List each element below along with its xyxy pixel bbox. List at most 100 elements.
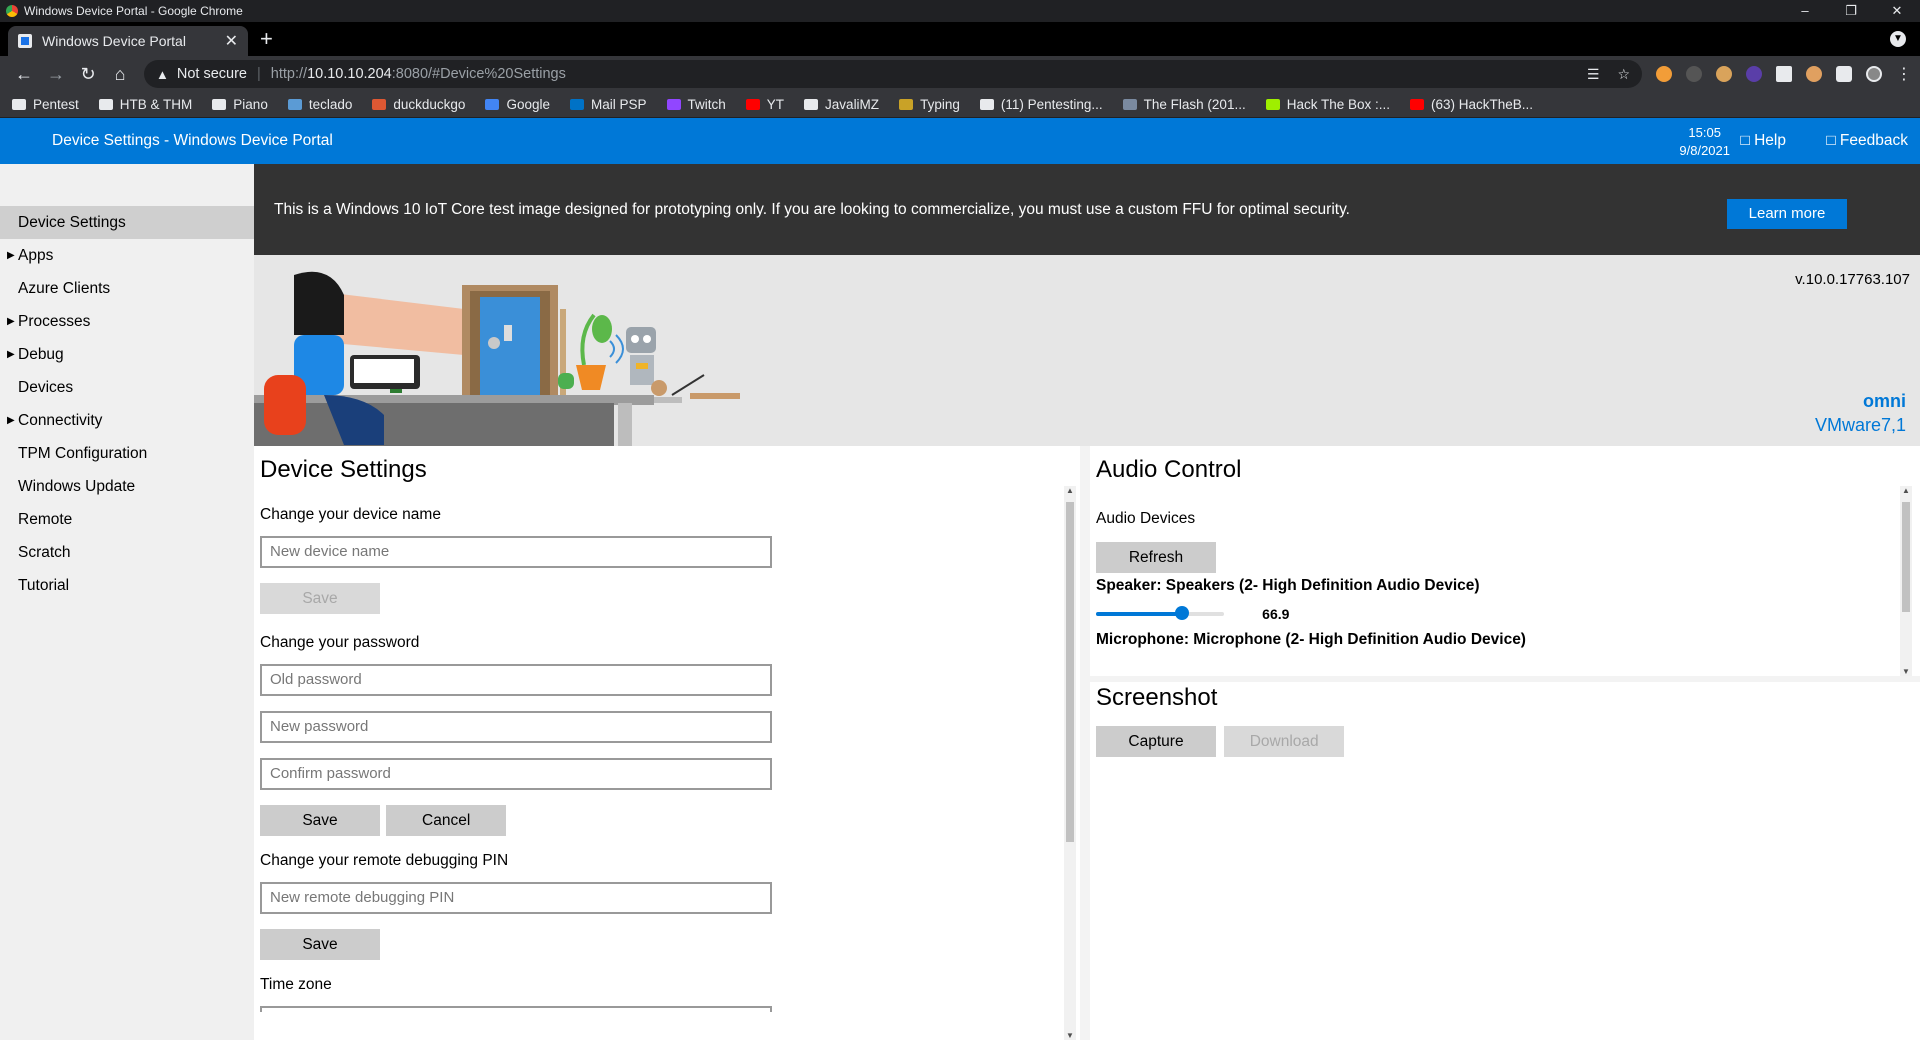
bookmark-icon bbox=[1410, 99, 1425, 110]
cookie-icon[interactable] bbox=[1716, 66, 1732, 82]
bookmark-label: (63) HackTheB... bbox=[1431, 97, 1534, 112]
sidebar-item-label: Azure Clients bbox=[18, 280, 111, 297]
tab-close-icon[interactable]: ✕ bbox=[225, 31, 238, 51]
speaker-volume-slider[interactable] bbox=[1096, 606, 1224, 621]
extension-icon[interactable] bbox=[1686, 66, 1702, 82]
back-icon[interactable]: ← bbox=[8, 64, 40, 85]
scroll-thumb[interactable] bbox=[1902, 502, 1910, 612]
cookie-icon[interactable] bbox=[1806, 66, 1822, 82]
bookmark-star-icon[interactable]: ☆ bbox=[1617, 66, 1630, 83]
bookmark-item[interactable]: teclado bbox=[287, 97, 352, 112]
sidebar-item-connectivity[interactable]: ▶ Connectivity bbox=[0, 404, 254, 437]
cancel-password-button[interactable]: Cancel bbox=[386, 805, 507, 836]
sidebar-item-tutorial[interactable]: Tutorial bbox=[0, 569, 254, 602]
slider-knob[interactable] bbox=[1174, 606, 1189, 621]
home-icon[interactable]: ⌂ bbox=[104, 64, 136, 85]
confirm-password-input[interactable]: Confirm password bbox=[260, 758, 772, 790]
bookmark-item[interactable]: Typing bbox=[899, 97, 960, 112]
sidebar-item-tpm-configuration[interactable]: TPM Configuration bbox=[0, 437, 254, 470]
expand-arrow-icon[interactable]: ▶ bbox=[7, 338, 15, 371]
scroll-down-icon[interactable]: ▼ bbox=[1064, 1031, 1076, 1040]
bookmark-item[interactable]: YT bbox=[745, 97, 784, 112]
profile-avatar[interactable] bbox=[1866, 66, 1882, 82]
extension-icon[interactable] bbox=[1746, 66, 1762, 82]
sidebar-item-windows-update[interactable]: Windows Update bbox=[0, 470, 254, 503]
expand-arrow-icon[interactable]: ▶ bbox=[7, 404, 15, 437]
menu-icon[interactable]: ⋮ bbox=[1896, 64, 1912, 84]
bookmark-icon bbox=[1265, 99, 1280, 110]
bookmark-item[interactable]: Hack The Box :... bbox=[1265, 97, 1390, 112]
os-version: v.10.0.17763.107 bbox=[1795, 271, 1910, 288]
address-bar[interactable]: ▲ Not secure | http://10.10.10.204:8080/… bbox=[144, 60, 1642, 88]
bookmark-label: Twitch bbox=[687, 97, 726, 112]
device-name: omni bbox=[1863, 391, 1906, 411]
sidebar-item-device-settings[interactable]: Device Settings bbox=[0, 206, 254, 239]
bookmark-item[interactable]: Pentest bbox=[12, 97, 79, 112]
sidebar-item-azure-clients[interactable]: Azure Clients bbox=[0, 272, 254, 305]
warning-icon[interactable]: ▲ bbox=[156, 67, 169, 82]
device-settings-scrollbar[interactable]: ▲ ▼ bbox=[1064, 486, 1076, 1040]
scroll-down-icon[interactable]: ▼ bbox=[1900, 667, 1912, 676]
audio-scrollbar[interactable]: ▲ ▼ bbox=[1900, 486, 1912, 676]
timezone-select[interactable] bbox=[260, 1006, 772, 1012]
sidebar-item-devices[interactable]: Devices bbox=[0, 371, 254, 404]
save-password-button[interactable]: Save bbox=[260, 805, 380, 836]
new-tab-icon[interactable]: + bbox=[260, 26, 273, 52]
bookmark-icon bbox=[287, 99, 302, 110]
refresh-button[interactable]: Refresh bbox=[1096, 542, 1216, 573]
expand-arrow-icon[interactable]: ▶ bbox=[7, 239, 15, 272]
security-label[interactable]: Not secure bbox=[177, 66, 247, 82]
device-name-input[interactable]: New device name bbox=[260, 536, 772, 568]
save-pin-button[interactable]: Save bbox=[260, 929, 380, 960]
minimize-icon[interactable]: – bbox=[1782, 0, 1828, 22]
bookmark-item[interactable]: JavaliMZ bbox=[804, 97, 879, 112]
speaker-label: Speaker: Speakers (2- High Definition Au… bbox=[1096, 577, 1480, 594]
window-title: Windows Device Portal - Google Chrome bbox=[24, 4, 243, 18]
hero-area: v.10.0.17763.107 omni VMware7,1 bbox=[254, 255, 1920, 446]
sidebar-item-label: Tutorial bbox=[18, 577, 70, 594]
extension-icon[interactable] bbox=[1776, 66, 1792, 82]
capture-button[interactable]: Capture bbox=[1096, 726, 1216, 757]
save-device-name-button[interactable]: Save bbox=[260, 583, 380, 614]
old-password-input[interactable]: Old password bbox=[260, 664, 772, 696]
bookmark-item[interactable]: (63) HackTheB... bbox=[1410, 97, 1533, 112]
url-rest: :8080/#Device%20Settings bbox=[391, 66, 566, 82]
feedback-link[interactable]: □ Feedback bbox=[1826, 132, 1908, 150]
help-link[interactable]: □ Help bbox=[1740, 132, 1786, 150]
extension-icon[interactable] bbox=[1656, 66, 1672, 82]
device-settings-content: Change your device name New device name … bbox=[260, 506, 1060, 1027]
bookmark-item[interactable]: Twitch bbox=[666, 97, 726, 112]
bookmark-item[interactable]: HTB & THM bbox=[98, 97, 192, 112]
expand-arrow-icon[interactable]: ▶ bbox=[7, 305, 15, 338]
slider-fill bbox=[1096, 612, 1182, 617]
bookmark-item[interactable]: Piano bbox=[212, 97, 268, 112]
browser-tab[interactable]: Windows Device Portal ✕ bbox=[8, 26, 248, 56]
sidebar-item-debug[interactable]: ▶ Debug bbox=[0, 338, 254, 371]
feedback-label: Feedback bbox=[1839, 132, 1908, 149]
download-button[interactable]: Download bbox=[1224, 726, 1345, 757]
new-password-input[interactable]: New password bbox=[260, 711, 772, 743]
bookmark-label: Google bbox=[506, 97, 550, 112]
bookmark-item[interactable]: Mail PSP bbox=[569, 97, 647, 112]
forward-icon[interactable]: → bbox=[40, 64, 72, 85]
bookmark-item[interactable]: duckduckgo bbox=[372, 97, 465, 112]
learn-more-button[interactable]: Learn more bbox=[1727, 199, 1847, 229]
sidebar-item-label: Device Settings bbox=[18, 214, 126, 231]
scroll-up-icon[interactable]: ▲ bbox=[1900, 486, 1912, 495]
reload-icon[interactable]: ↻ bbox=[72, 64, 104, 85]
restore-icon[interactable]: ❐ bbox=[1828, 0, 1874, 22]
scroll-thumb[interactable] bbox=[1066, 502, 1074, 842]
sidebar-item-remote[interactable]: Remote bbox=[0, 503, 254, 536]
bookmark-item[interactable]: Google bbox=[485, 97, 550, 112]
tab-search-icon[interactable]: ▼ bbox=[1890, 31, 1906, 47]
pin-input[interactable]: New remote debugging PIN bbox=[260, 882, 772, 914]
bookmark-item[interactable]: (11) Pentesting... bbox=[979, 97, 1103, 112]
scroll-up-icon[interactable]: ▲ bbox=[1064, 486, 1076, 495]
sidebar-item-processes[interactable]: ▶ Processes bbox=[0, 305, 254, 338]
bookmark-item[interactable]: The Flash (201... bbox=[1122, 97, 1246, 112]
close-window-icon[interactable]: ✕ bbox=[1874, 0, 1920, 22]
puzzle-icon[interactable] bbox=[1836, 66, 1852, 82]
translate-icon[interactable]: ☰ bbox=[1587, 66, 1600, 83]
sidebar-item-scratch[interactable]: Scratch bbox=[0, 536, 254, 569]
sidebar-item-apps[interactable]: ▶ Apps bbox=[0, 239, 254, 272]
